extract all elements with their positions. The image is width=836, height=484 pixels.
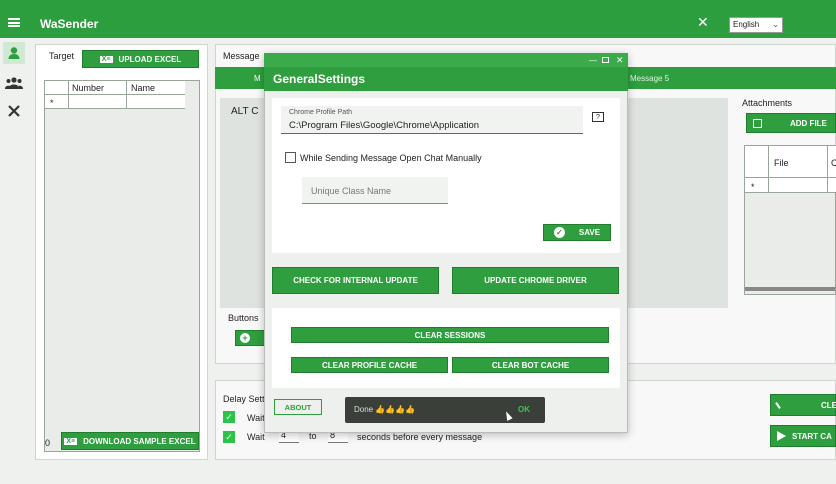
clear-bot-cache-button[interactable]: CLEAR BOT CACHE xyxy=(452,357,609,373)
group-icon xyxy=(5,77,23,89)
excel-icon: X≡ xyxy=(99,55,113,63)
buttons-label: Buttons xyxy=(228,313,259,323)
nav-item-tools[interactable] xyxy=(3,100,25,122)
grid-line xyxy=(68,81,69,109)
upload-excel-label: UPLOAD EXCEL xyxy=(118,54,182,64)
attachments-header xyxy=(745,146,836,178)
delay-suffix: seconds before every message xyxy=(357,432,483,442)
clear-bot-label: CLEAR BOT CACHE xyxy=(491,360,570,370)
help-icon[interactable]: ? xyxy=(592,112,604,122)
add-button-button[interactable]: + xyxy=(235,330,265,346)
excel-icon: X≡ xyxy=(64,437,78,445)
start-label: START CA xyxy=(792,431,832,441)
tools-icon[interactable]: ✕ xyxy=(697,14,709,31)
wrench-icon xyxy=(8,105,20,117)
toast-message: Done 👍👍👍👍 xyxy=(354,405,416,414)
start-campaign-button[interactable]: START CA xyxy=(770,425,836,447)
unique-class-placeholder: Unique Class Name xyxy=(311,186,392,196)
attachments-label: Attachments xyxy=(742,98,793,108)
nav-item-group[interactable] xyxy=(3,72,25,94)
wait-checkbox-2[interactable]: ✓ xyxy=(223,431,235,443)
wait-label-2: Wait xyxy=(247,432,265,442)
dialog-title: GeneralSettings xyxy=(273,72,366,86)
about-button[interactable]: ABOUT xyxy=(274,399,322,415)
language-select[interactable]: English ⌄ xyxy=(729,17,783,33)
toast-ok-button[interactable]: OK xyxy=(518,405,530,414)
target-table-new-row[interactable] xyxy=(45,95,185,109)
add-file-button[interactable]: ADD FILE xyxy=(746,113,836,133)
wait-label-1: Wait xyxy=(247,413,265,423)
chrome-path-value: C:\Program Files\Google\Chrome\Applicati… xyxy=(289,120,480,131)
language-value: English xyxy=(733,20,760,29)
help-glyph: ? xyxy=(596,113,600,121)
plus-circle-icon: + xyxy=(240,333,250,343)
save-label: SAVE xyxy=(578,228,601,237)
clear-sessions-label: CLEAR SESSIONS xyxy=(414,330,486,340)
upload-excel-button[interactable]: X≡ UPLOAD EXCEL xyxy=(82,50,199,68)
manual-chat-checkbox[interactable] xyxy=(285,152,296,163)
nav-item-single[interactable] xyxy=(3,42,25,64)
column-header-c[interactable]: C xyxy=(831,158,836,168)
target-label: Target xyxy=(49,51,75,61)
message-label: Message xyxy=(223,51,260,61)
download-sample-label: DOWNLOAD SAMPLE EXCEL xyxy=(83,436,196,446)
send-icon xyxy=(777,431,786,441)
tab-message-1[interactable]: M xyxy=(254,74,261,83)
chrome-path-label: Chrome Profile Path xyxy=(289,109,353,116)
target-count: 0 xyxy=(45,438,51,448)
clear-button[interactable]: CLE xyxy=(770,394,836,416)
attachment-row-marker: * xyxy=(751,182,755,192)
check-update-label: CHECK FOR INTERNAL UPDATE xyxy=(293,276,418,285)
close-icon[interactable]: ✕ xyxy=(616,55,624,66)
clear-profile-label: CLEAR PROFILE CACHE xyxy=(321,360,418,370)
add-file-label: ADD FILE xyxy=(790,118,827,128)
minimize-icon[interactable]: — xyxy=(589,56,597,65)
clear-sessions-button[interactable]: CLEAR SESSIONS xyxy=(291,327,609,343)
attachments-scrollbar[interactable] xyxy=(745,287,835,291)
tab-message-5[interactable]: Message 5 xyxy=(630,74,669,83)
grid-line xyxy=(768,146,769,193)
clear-profile-cache-button[interactable]: CLEAR PROFILE CACHE xyxy=(291,357,448,373)
maximize-icon[interactable] xyxy=(602,57,609,63)
check-circle-icon: ✓ xyxy=(553,227,565,238)
person-icon xyxy=(8,47,20,59)
check-internal-update-button[interactable]: CHECK FOR INTERNAL UPDATE xyxy=(272,267,439,294)
new-row-marker: * xyxy=(50,98,54,108)
cache-card xyxy=(272,308,620,388)
message-text: ALT C xyxy=(231,106,259,117)
open-external-icon xyxy=(753,118,762,128)
column-header-file[interactable]: File xyxy=(774,158,789,168)
target-table-header xyxy=(45,81,185,95)
dialog-window-bar xyxy=(264,53,628,67)
clear-label: CLE xyxy=(821,400,836,410)
download-sample-excel-button[interactable]: X≡ DOWNLOAD SAMPLE EXCEL xyxy=(61,432,199,450)
update-chrome-driver-button[interactable]: UPDATE CHROME DRIVER xyxy=(452,267,619,294)
update-driver-label: UPDATE CHROME DRIVER xyxy=(484,276,587,285)
target-table xyxy=(44,80,200,452)
manual-chat-label: While Sending Message Open Chat Manually xyxy=(300,153,482,163)
column-header-name[interactable]: Name xyxy=(131,83,155,93)
attachments-new-row[interactable] xyxy=(745,178,836,193)
save-button[interactable]: ✓ SAVE xyxy=(543,224,611,241)
about-label: ABOUT xyxy=(284,402,312,412)
grid-line xyxy=(126,81,127,109)
hamburger-menu-icon[interactable] xyxy=(8,18,20,27)
column-header-number[interactable]: Number xyxy=(72,83,104,93)
app-title: WaSender xyxy=(40,17,99,31)
grid-line xyxy=(827,146,828,193)
app-title-bar xyxy=(0,0,836,38)
chevron-down-icon: ⌄ xyxy=(772,20,779,29)
wait-checkbox-1[interactable]: ✓ xyxy=(223,411,235,423)
eraser-icon xyxy=(775,401,781,409)
